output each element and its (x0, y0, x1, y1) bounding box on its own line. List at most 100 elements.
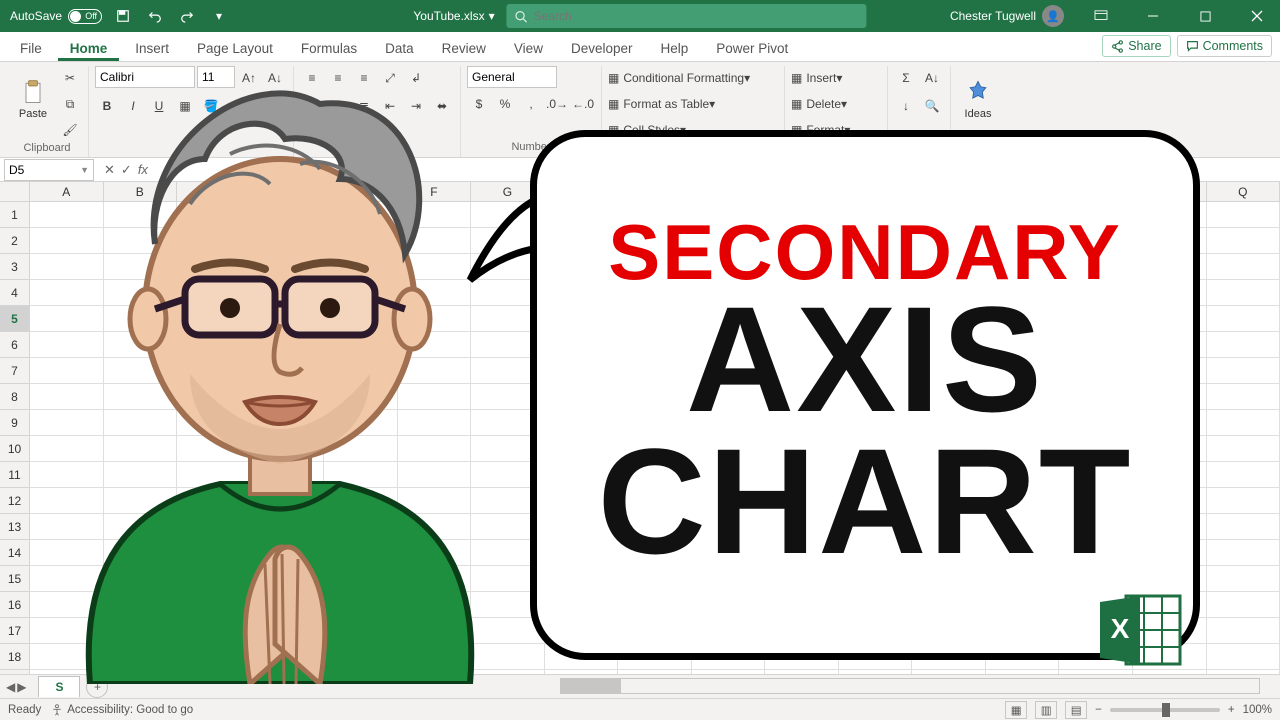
cell[interactable] (1207, 618, 1280, 644)
cell[interactable] (839, 280, 913, 306)
align-middle-icon[interactable]: ≡ (326, 66, 350, 90)
cell[interactable] (398, 592, 472, 618)
cell[interactable] (398, 514, 472, 540)
cell[interactable] (618, 514, 692, 540)
cell[interactable] (765, 358, 839, 384)
cell[interactable] (839, 254, 913, 280)
cell[interactable] (30, 436, 104, 462)
cell[interactable] (986, 644, 1060, 670)
cell[interactable] (1059, 332, 1133, 358)
cell[interactable] (177, 384, 251, 410)
cell[interactable] (1133, 488, 1207, 514)
cell[interactable] (177, 462, 251, 488)
cell[interactable] (177, 566, 251, 592)
cell[interactable] (912, 332, 986, 358)
cell[interactable] (104, 358, 178, 384)
cell[interactable] (912, 462, 986, 488)
cell[interactable] (30, 618, 104, 644)
cell[interactable] (986, 254, 1060, 280)
cell[interactable] (324, 540, 398, 566)
cell[interactable] (545, 514, 619, 540)
cell[interactable] (324, 436, 398, 462)
page-break-view-icon[interactable]: ▤ (1065, 701, 1087, 719)
orientation-icon[interactable]: ⤢ (378, 66, 402, 90)
row-header[interactable]: 4 (0, 280, 29, 306)
cell[interactable] (839, 228, 913, 254)
format-cells-button[interactable]: ▦ Format ▾ (791, 118, 881, 142)
align-left-icon[interactable]: ≣ (300, 94, 324, 118)
cell[interactable] (1059, 384, 1133, 410)
cut-icon[interactable]: ✂ (58, 66, 82, 90)
cell[interactable] (104, 254, 178, 280)
cell[interactable] (1059, 618, 1133, 644)
column-header[interactable]: F (398, 182, 472, 201)
undo-icon[interactable] (144, 5, 166, 27)
cell[interactable] (1133, 462, 1207, 488)
cell[interactable] (692, 306, 766, 332)
cell[interactable] (839, 566, 913, 592)
tab-home[interactable]: Home (58, 35, 120, 61)
cell[interactable] (765, 592, 839, 618)
cell[interactable] (324, 202, 398, 228)
cell[interactable] (1207, 592, 1280, 618)
cell[interactable] (30, 592, 104, 618)
sheet-tab-active[interactable]: S (38, 676, 80, 697)
cell[interactable] (177, 514, 251, 540)
cell[interactable] (104, 436, 178, 462)
cell[interactable] (324, 410, 398, 436)
cell[interactable] (104, 228, 178, 254)
cell[interactable] (104, 462, 178, 488)
cell[interactable] (618, 384, 692, 410)
tab-file[interactable]: File (8, 35, 54, 61)
cell[interactable] (471, 514, 545, 540)
decrease-font-icon[interactable]: A↓ (263, 66, 287, 90)
cell[interactable] (177, 540, 251, 566)
cell[interactable] (1059, 254, 1133, 280)
cell[interactable] (986, 358, 1060, 384)
cell[interactable] (618, 202, 692, 228)
column-header[interactable]: O (1059, 182, 1133, 201)
cell[interactable] (104, 410, 178, 436)
cell[interactable] (1133, 644, 1207, 670)
cell[interactable] (324, 306, 398, 332)
cell[interactable] (1207, 280, 1280, 306)
cell[interactable] (30, 540, 104, 566)
cell[interactable] (912, 592, 986, 618)
cell[interactable] (986, 618, 1060, 644)
tab-review[interactable]: Review (430, 35, 498, 61)
cell[interactable] (104, 280, 178, 306)
cell[interactable] (251, 566, 325, 592)
cell[interactable] (1207, 436, 1280, 462)
tab-view[interactable]: View (502, 35, 555, 61)
cell[interactable] (692, 592, 766, 618)
cell[interactable] (692, 566, 766, 592)
cell[interactable] (104, 514, 178, 540)
cell[interactable] (692, 644, 766, 670)
format-painter-icon[interactable]: 🖌 (58, 118, 82, 142)
autosave-toggle[interactable]: AutoSave Off (10, 9, 102, 24)
cell[interactable] (1059, 540, 1133, 566)
cell[interactable] (545, 254, 619, 280)
column-header[interactable]: C (177, 182, 251, 201)
share-button[interactable]: Share (1102, 35, 1170, 57)
cell[interactable] (30, 358, 104, 384)
cell[interactable] (324, 488, 398, 514)
cell[interactable] (765, 566, 839, 592)
cell[interactable] (324, 332, 398, 358)
cell[interactable] (324, 644, 398, 670)
cell[interactable] (1059, 202, 1133, 228)
cell[interactable] (1207, 462, 1280, 488)
save-icon[interactable] (112, 5, 134, 27)
clear-icon[interactable]: ◇ (894, 122, 918, 146)
cell[interactable] (177, 280, 251, 306)
cell[interactable] (765, 306, 839, 332)
merge-center-icon[interactable]: ⬌ (430, 94, 454, 118)
cell-styles-button[interactable]: ▦ Cell Styles ▾ (608, 118, 778, 142)
cell[interactable] (618, 566, 692, 592)
cell[interactable] (104, 488, 178, 514)
scrollbar-thumb[interactable] (561, 679, 621, 693)
row-header[interactable]: 13 (0, 514, 29, 540)
cell[interactable] (1207, 254, 1280, 280)
cell[interactable] (912, 488, 986, 514)
cell[interactable] (545, 358, 619, 384)
